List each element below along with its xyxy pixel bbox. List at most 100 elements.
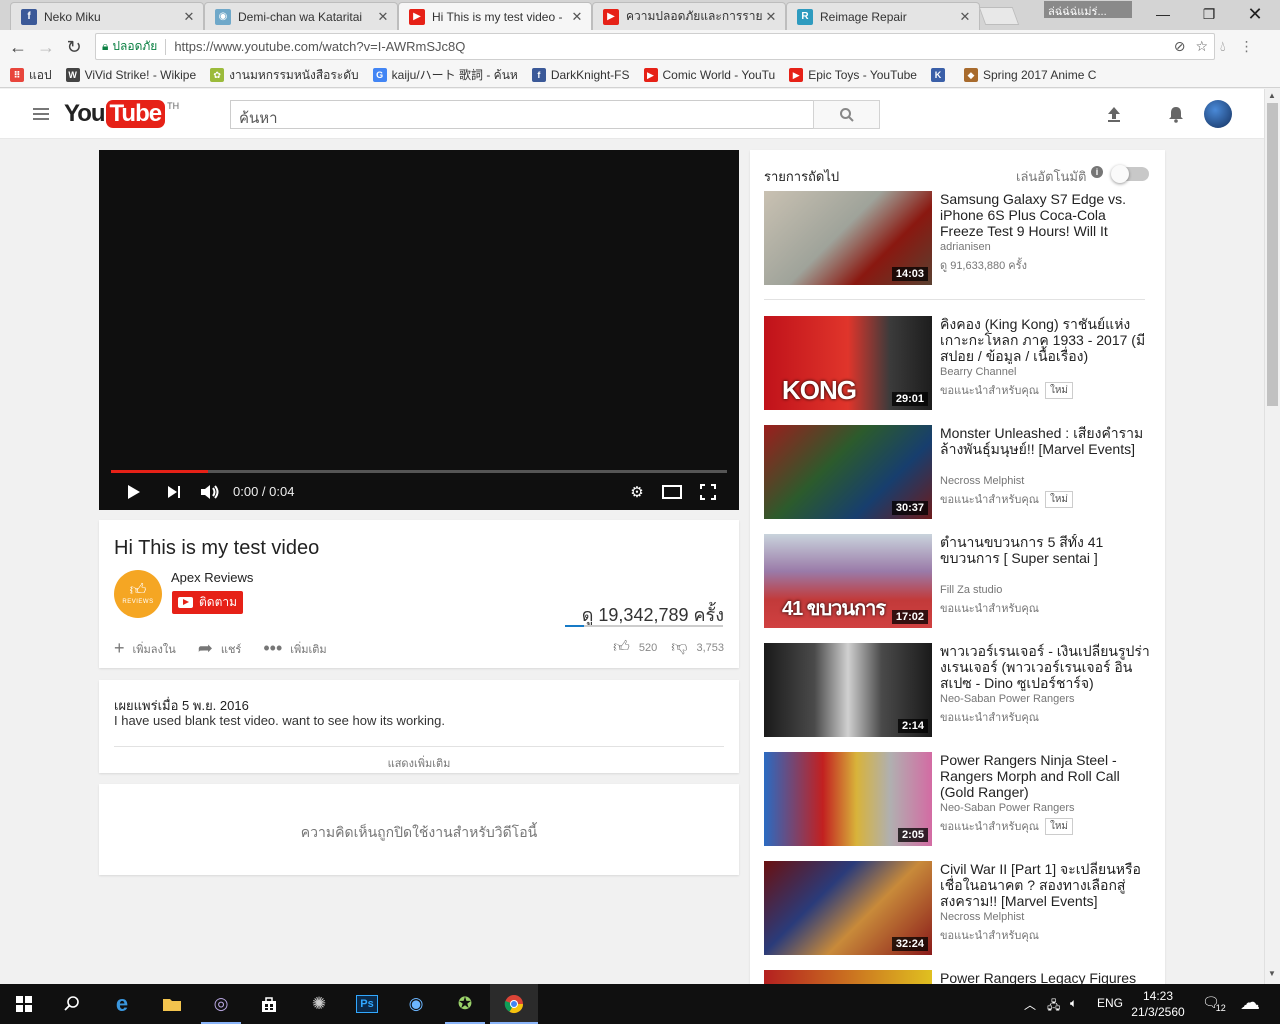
tab-close-icon[interactable]: ✕: [181, 9, 197, 25]
play-icon[interactable]: [123, 482, 145, 502]
clock[interactable]: 14:23 21/3/2560: [1128, 988, 1188, 1020]
fullscreen-icon[interactable]: [697, 482, 719, 502]
browser-tab[interactable]: ◉ Demi-chan wa Kataritai ✕: [204, 2, 398, 30]
tab-close-icon[interactable]: ✕: [375, 9, 391, 25]
aperture-app-icon[interactable]: ✺: [295, 984, 343, 1024]
recommended-title[interactable]: Power Rangers Ninja Steel - Rangers Morp…: [940, 752, 1150, 800]
scrollbar-thumb[interactable]: [1267, 103, 1278, 406]
theater-mode-icon[interactable]: [661, 482, 683, 502]
search-input[interactable]: ค้นหา: [230, 100, 814, 129]
channel-name[interactable]: Apex Reviews: [171, 570, 253, 585]
like-button[interactable]: 👍︎ 520: [613, 638, 657, 657]
page-scrollbar[interactable]: ▲ ▼: [1264, 89, 1280, 984]
action-center-icon[interactable]: 🗨︎12: [1202, 994, 1230, 1013]
tab-close-icon[interactable]: ✕: [569, 9, 585, 25]
bookmark-item[interactable]: Gkaiju/ハート 歌詞 - ค้นห: [372, 66, 518, 85]
recommended-video[interactable]: 32:24 Civil War II [Part 1] จะเปลี่ยนหรือ…: [764, 861, 1149, 955]
speaker-icon[interactable]: 🔈︎: [1070, 996, 1077, 1011]
recommended-title[interactable]: Civil War II [Part 1] จะเปลี่ยนหรือเชื่อ…: [940, 861, 1150, 909]
address-bar[interactable]: 🔒︎ ปลอดภัย https://www.youtube.com/watch…: [95, 33, 1215, 60]
youtube-logo[interactable]: You Tube TH: [64, 100, 179, 128]
onedrive-cloud-icon[interactable]: ☁︎: [1240, 990, 1260, 1015]
language-indicator[interactable]: ENG: [1097, 996, 1123, 1010]
bookmark-item[interactable]: W ViVid Strike! - Wikipe: [65, 68, 196, 82]
dislike-button[interactable]: 👎︎ 3,753: [671, 638, 724, 657]
bookmark-item[interactable]: ▶ Epic Toys - YouTube: [789, 68, 917, 82]
bookmark-item[interactable]: K: [930, 68, 950, 82]
minimize-icon[interactable]: —: [1140, 0, 1186, 28]
menu-icon[interactable]: ⋮: [1240, 38, 1254, 55]
search-button[interactable]: [813, 100, 880, 129]
store-icon[interactable]: [245, 984, 293, 1024]
tab-close-icon[interactable]: ✕: [957, 9, 973, 25]
recommended-title[interactable]: ตำนานขบวนการ 5 สีทั้ง 41 ขบวนการ [ Super…: [940, 534, 1150, 566]
extension-drop-icon[interactable]: 💧︎: [1220, 38, 1226, 55]
bookmark-item[interactable]: ▶ Comic World - YouTu: [643, 68, 775, 82]
file-explorer-icon[interactable]: [148, 984, 196, 1024]
share-button[interactable]: ➦ แชร์: [198, 638, 242, 659]
media-player-icon[interactable]: ◉: [392, 984, 440, 1024]
recommended-video[interactable]: 14:03 Samsung Galaxy S7 Edge vs. iPhone 6…: [764, 191, 1149, 285]
settings-gear-icon[interactable]: ⚙︎: [626, 482, 648, 502]
tray-expand-icon[interactable]: ︿: [1024, 996, 1036, 1013]
restore-icon[interactable]: ❐: [1186, 0, 1232, 28]
recommended-title[interactable]: พาวเวอร์เรนเจอร์ - เงินเปลี่ยนรูปร่างเรน…: [940, 643, 1150, 691]
subscribe-button[interactable]: ติดตาม: [172, 591, 243, 614]
video-player[interactable]: 0:00 / 0:04 ⚙︎: [99, 150, 739, 510]
recommended-title[interactable]: คิงคอง (King Kong) ราชันย์แห่งเกาะกะโหลก…: [940, 316, 1150, 364]
account-avatar[interactable]: [1204, 100, 1232, 128]
photoshop-icon[interactable]: Ps: [343, 984, 391, 1024]
video-thumbnail[interactable]: 32:24: [764, 861, 932, 955]
video-thumbnail[interactable]: 14:03: [764, 191, 932, 285]
camera-blocked-icon[interactable]: ⊘: [1174, 38, 1186, 55]
start-windows-icon[interactable]: [0, 984, 48, 1024]
bookmark-item[interactable]: ⠿ แอป: [10, 66, 52, 85]
guide-menu-icon[interactable]: [33, 108, 49, 120]
chrome-taskbar-icon[interactable]: [490, 984, 538, 1024]
more-button[interactable]: ••• เพิ่มเติม: [263, 638, 326, 659]
upload-icon[interactable]: [1103, 103, 1125, 125]
url-text[interactable]: https://www.youtube.com/watch?v=I-AWRmSJ…: [174, 39, 465, 54]
recommended-title[interactable]: Samsung Galaxy S7 Edge vs. iPhone 6S Plu…: [940, 191, 1150, 241]
scroll-down-arrow-icon[interactable]: ▼: [1268, 969, 1276, 978]
info-icon[interactable]: i: [1091, 166, 1103, 178]
profile-chip[interactable]: ล่ฉ่ฉ่ฉ่แม่ร่...: [1044, 1, 1132, 18]
new-tab-button[interactable]: [978, 7, 1020, 25]
bookmark-item[interactable]: ◆ Spring 2017 Anime C: [963, 68, 1096, 82]
browser-tab[interactable]: f Neko Miku ✕: [10, 2, 204, 30]
volume-icon[interactable]: [199, 482, 221, 502]
next-icon[interactable]: [163, 482, 185, 502]
autoplay-toggle[interactable]: [1111, 165, 1149, 183]
browser-tab[interactable]: ▶ ความปลอดภัยและการรายงาน✕: [592, 2, 786, 30]
scroll-up-arrow-icon[interactable]: ▲: [1268, 91, 1276, 100]
browser-tab[interactable]: ▶ Hi This is my test video - ✕: [398, 2, 592, 30]
recommended-video[interactable]: KONG 29:01 คิงคอง (King Kong) ราชันย์แห่งเ…: [764, 316, 1149, 410]
video-thumbnail[interactable]: 2:14: [764, 643, 932, 737]
bookmark-star-icon[interactable]: ☆: [1195, 38, 1208, 55]
recommended-video[interactable]: 2:05 Power Rangers Ninja Steel - Rangers …: [764, 752, 1149, 846]
reload-icon[interactable]: ↻: [62, 35, 86, 59]
back-icon[interactable]: ←: [6, 35, 30, 59]
video-thumbnail[interactable]: 2:05: [764, 752, 932, 846]
video-thumbnail[interactable]: 41 ขบวนการ 17:02: [764, 534, 932, 628]
bookmark-item[interactable]: f DarkKnight-FS: [531, 68, 630, 82]
tab-close-icon[interactable]: ✕: [763, 9, 779, 25]
game-app-icon[interactable]: ✪: [441, 984, 489, 1024]
video-thumbnail[interactable]: KONG 29:01: [764, 316, 932, 410]
recommended-video[interactable]: 30:37 Monster Unleashed : เสียงคำราม ล้าง…: [764, 425, 1149, 519]
video-thumbnail[interactable]: 30:37: [764, 425, 932, 519]
notifications-bell-icon[interactable]: [1165, 103, 1187, 125]
channel-avatar[interactable]: 👍︎ REVIEWS: [114, 570, 162, 618]
show-more-button[interactable]: แสดงเพิ่มเติม: [99, 754, 739, 772]
edge-browser-icon[interactable]: e: [98, 984, 146, 1024]
bookmark-item[interactable]: ✿ งานมหกรรมหนังสือระดับ: [210, 66, 359, 85]
recommended-video[interactable]: 2:14 พาวเวอร์เรนเจอร์ - เงินเปลี่ยนรูปร่า…: [764, 643, 1150, 737]
network-icon[interactable]: 🖧︎: [1047, 996, 1060, 1017]
browser-tab[interactable]: R Reimage Repair ✕: [786, 2, 980, 30]
forward-icon[interactable]: →: [34, 35, 58, 59]
recommended-video[interactable]: 41 ขบวนการ 17:02 ตำนานขบวนการ 5 สีทั้ง 41 …: [764, 534, 1149, 628]
add-to-button[interactable]: + เพิ่มลงใน: [114, 638, 176, 659]
search-taskbar-icon[interactable]: [48, 984, 96, 1024]
close-window-icon[interactable]: ✕: [1232, 0, 1278, 28]
app-swirl-icon[interactable]: ◎: [197, 984, 245, 1024]
